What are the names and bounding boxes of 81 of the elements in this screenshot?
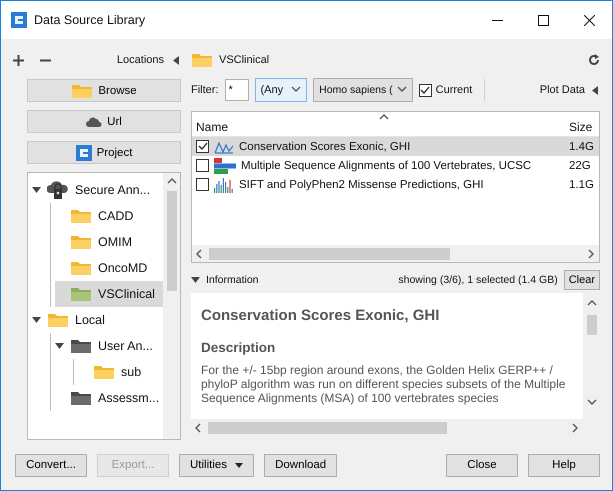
type-dropdown[interactable]: (Any — [254, 78, 308, 102]
wave-chart-icon — [214, 140, 234, 154]
folder-icon — [47, 312, 69, 328]
folder-icon — [93, 364, 115, 380]
file-row[interactable]: Conservation Scores Exonic, GHI 1.4G — [192, 137, 599, 156]
scrollbar-thumb[interactable] — [208, 422, 448, 434]
expand-icon[interactable] — [32, 186, 41, 194]
nav-button[interactable]: Url — [27, 110, 181, 133]
folder-icon — [70, 338, 92, 354]
current-label: Current — [436, 84, 472, 96]
action-button[interactable]: Convert... — [15, 454, 87, 476]
folder-icon — [71, 82, 94, 98]
scrollbar-thumb[interactable] — [209, 248, 450, 260]
scrollbar-thumb[interactable] — [586, 315, 596, 335]
tree-item[interactable]: Secure Ann... — [32, 177, 163, 203]
file-name: Multiple Sequence Alignments of 100 Vertebrates, UCSC — [241, 160, 532, 172]
tree-item[interactable]: VSClinical — [55, 281, 163, 307]
histogram-icon — [214, 176, 234, 192]
file-size: 1.4G — [569, 140, 595, 152]
file-name: Conservation Scores Exonic, GHI — [239, 140, 412, 152]
scroll-right-icon[interactable] — [570, 422, 580, 432]
lock-cloud-icon — [47, 180, 69, 200]
maximize-icon[interactable] — [538, 14, 548, 26]
logo-icon — [11, 12, 27, 28]
action-button[interactable]: Close — [446, 454, 518, 476]
plot-data-label: Plot Data — [540, 84, 585, 96]
action-button[interactable]: Help — [528, 454, 600, 476]
scroll-right-icon[interactable] — [586, 248, 596, 258]
folder-icon — [70, 286, 92, 302]
column-header[interactable]: Size — [569, 120, 599, 134]
expand-icon[interactable] — [32, 316, 41, 324]
dropdown-button[interactable]: Utilities — [179, 454, 254, 476]
tree-item[interactable]: Assessm... — [55, 385, 163, 411]
cloud-icon — [86, 116, 102, 126]
scrollbar-thumb[interactable] — [166, 191, 176, 291]
file-size: 1.1G — [569, 178, 595, 190]
tree-item[interactable]: Local — [32, 307, 163, 333]
folder-icon — [70, 234, 92, 250]
tree-item[interactable]: OncoMD — [55, 255, 163, 281]
column-header[interactable]: Name — [192, 120, 569, 134]
status-text: showing (3/6), 1 selected (1.4 GB) — [398, 274, 558, 286]
action-button[interactable]: Download — [264, 454, 338, 476]
details-title: Conservation Scores Exonic, GHI — [201, 307, 440, 324]
description-text: For the +/- 15bp region around exons, the Golden Helix GERP++ / phyloP algorithm was run on different species subsets of the Multiple Sequence Alignments (MSA) of 100 vertebrates species — [201, 363, 566, 405]
tree-item[interactable]: User An... — [55, 333, 163, 359]
tree-item[interactable]: CADD — [55, 203, 163, 229]
file-size: 22G — [569, 160, 592, 172]
filter-label: Filter: — [191, 84, 218, 96]
refresh-icon[interactable] — [588, 54, 600, 66]
current-checkbox[interactable] — [418, 84, 432, 96]
folder-icon — [191, 52, 213, 68]
collapse-icon[interactable] — [591, 86, 600, 94]
row-checkbox[interactable] — [196, 159, 209, 172]
expand-icon[interactable] — [55, 342, 64, 350]
caret-icon — [235, 462, 244, 468]
file-row[interactable]: Multiple Sequence Alignments of 100 Vertebrates, UCSC 22G — [192, 156, 599, 175]
logo-icon — [76, 144, 92, 160]
nav-button[interactable]: Browse — [27, 79, 181, 102]
tree-item[interactable]: OMIM — [55, 229, 163, 255]
add-icon[interactable] — [13, 54, 24, 66]
bar-chart-icon — [214, 158, 236, 174]
folder-icon — [70, 390, 92, 406]
folder-icon — [70, 208, 92, 224]
row-checkbox[interactable] — [196, 178, 209, 191]
description-heading: Description — [201, 340, 276, 355]
nav-button[interactable]: Project — [27, 141, 181, 164]
expand-icon[interactable] — [191, 276, 200, 284]
window-title: Data Source Library — [34, 13, 146, 27]
locations-label: Locations — [116, 54, 164, 66]
species-dropdown[interactable]: Homo sapiens ( — [313, 78, 413, 102]
filter-field[interactable]: * — [224, 79, 248, 101]
tree-item[interactable]: sub — [78, 359, 163, 385]
file-name: SIFT and PolyPhen2 Missense Predictions, GHI — [239, 178, 485, 190]
folder-icon — [70, 260, 92, 276]
current-path: VSClinical — [219, 54, 270, 66]
collapse-icon[interactable] — [172, 56, 181, 64]
information-label: Information — [206, 274, 259, 286]
clear-button[interactable]: Clear — [564, 270, 600, 290]
file-row[interactable]: SIFT and PolyPhen2 Missense Predictions, GHI 1.1G — [192, 175, 599, 194]
close-icon[interactable] — [584, 14, 594, 26]
row-checkbox[interactable] — [196, 140, 209, 153]
